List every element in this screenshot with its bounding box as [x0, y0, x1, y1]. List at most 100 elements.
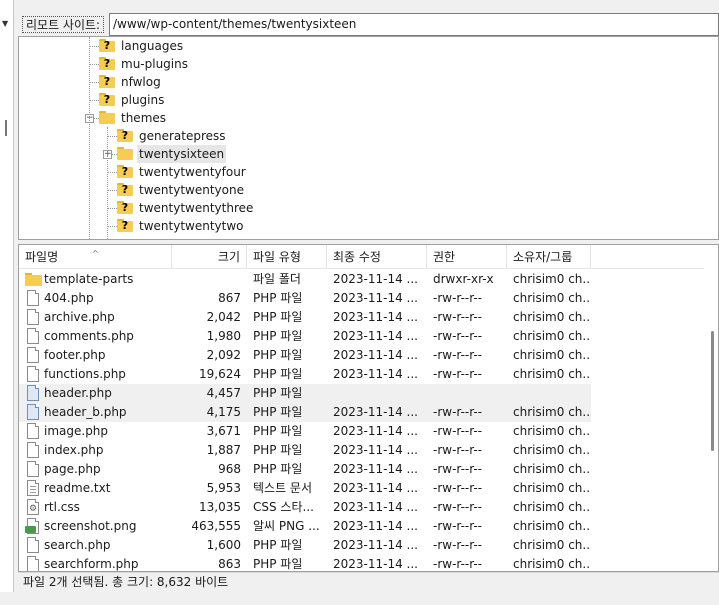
tree-item[interactable]: twentysixteen — [117, 145, 417, 163]
tree-item-label: themes — [121, 111, 167, 125]
remote-file-list[interactable]: ^ 파일명 크기 파일 유형 최종 수정 권한 소유자/그룹 template-… — [18, 244, 719, 572]
file-icon — [25, 309, 41, 326]
file-permissions: -rw-r--r-- — [433, 310, 483, 324]
file-name: searchform.php — [44, 557, 139, 571]
tree-item-label: twentytwentytwo — [139, 219, 244, 233]
file-name: functions.php — [44, 367, 126, 381]
file-row[interactable]: readme.txt 5,953 텍스트 문서 2023-11-14 ... -rw-r… — [19, 479, 591, 498]
file-type: PHP 파일 — [253, 291, 303, 305]
tree-item-label: mu-plugins — [121, 57, 188, 71]
file-modified: 2023-11-14 ... — [333, 538, 418, 552]
unknown-folder-icon: ? — [99, 75, 115, 88]
file-permissions: -rw-r--r-- — [433, 405, 483, 419]
file-row[interactable]: search.php 1,600 PHP 파일 2023-11-14 ... -rw-r… — [19, 536, 591, 555]
unknown-folder-icon: ? — [99, 39, 115, 52]
remote-path-input[interactable]: /www/wp-content/themes/twentysixteen — [109, 13, 719, 36]
remote-site-bar: 리모트 사이트: /www/wp-content/themes/twentysi… — [18, 13, 719, 36]
file-row[interactable]: header.php 4,457 PHP 파일 — [19, 384, 591, 403]
file-size: 968 — [218, 462, 241, 476]
file-modified: 2023-11-14 ... — [333, 367, 418, 381]
file-owner: chrisim0 ch... — [513, 424, 591, 438]
tree-item[interactable]: ? mu-plugins — [99, 55, 399, 73]
file-owner: chrisim0 ch... — [513, 519, 591, 533]
file-row[interactable]: functions.php 19,624 PHP 파일 2023-11-14 ... -… — [19, 365, 591, 384]
file-type: 텍스트 문서 — [253, 481, 313, 495]
local-scrollbar-thumb[interactable] — [5, 120, 7, 136]
column-header-type[interactable]: 파일 유형 — [247, 245, 327, 269]
file-row[interactable]: comments.php 1,980 PHP 파일 2023-11-14 ... -rw… — [19, 327, 591, 346]
file-icon — [25, 556, 41, 571]
tree-item[interactable]: ? plugins — [99, 91, 399, 109]
file-row[interactable]: footer.php 2,092 PHP 파일 2023-11-14 ... -rw-r… — [19, 346, 591, 365]
file-name: image.php — [44, 424, 109, 438]
file-owner: chrisim0 ch... — [513, 500, 591, 514]
file-size: 2,092 — [206, 348, 241, 362]
file-type: PHP 파일 — [253, 329, 303, 343]
file-row[interactable]: searchform.php 863 PHP 파일 2023-11-14 ... -rw… — [19, 555, 591, 571]
tree-item[interactable]: ? twentytwentyfour — [117, 163, 417, 181]
image-file-icon — [25, 518, 41, 535]
local-path-dropdown-icon[interactable]: ▼ — [2, 19, 8, 28]
file-row[interactable]: 404.php 867 PHP 파일 2023-11-14 ... -rw-r--r--… — [19, 289, 591, 308]
file-icon — [25, 328, 41, 345]
remote-directory-tree[interactable]: ? languages? mu-plugins? nfwlog? plugins them… — [18, 36, 719, 240]
tree-item[interactable]: ? twentytwentytwo — [117, 217, 417, 235]
file-type: PHP 파일 — [253, 348, 303, 362]
file-row[interactable]: ⚙ rtl.css 13,035 CSS 스타... 2023-11-14 ... -rw… — [19, 498, 591, 517]
file-row[interactable]: template-parts 파일 폴더 2023-11-14 ... drwxr-x… — [19, 270, 591, 289]
unknown-folder-icon: ? — [99, 93, 115, 106]
column-header-permissions[interactable]: 권한 — [427, 245, 507, 269]
file-owner: chrisim0 ch... — [513, 557, 591, 571]
column-header-owner[interactable]: 소유자/그룹 — [507, 245, 591, 269]
text-file-icon — [25, 480, 41, 497]
file-row[interactable]: page.php 968 PHP 파일 2023-11-14 ... -rw-r--r-… — [19, 460, 591, 479]
tree-item[interactable]: themes — [99, 109, 399, 127]
column-header-name[interactable]: ^ 파일명 — [19, 245, 172, 269]
file-list-header: ^ 파일명 크기 파일 유형 최종 수정 권한 소유자/그룹 — [19, 245, 718, 269]
file-name: page.php — [44, 462, 101, 476]
tree-item-label: twentytwentyone — [139, 183, 244, 197]
file-type: PHP 파일 — [253, 538, 303, 552]
tree-connector — [107, 190, 117, 191]
file-row[interactable]: index.php 1,887 PHP 파일 2023-11-14 ... -rw-r-… — [19, 441, 591, 460]
tree-item[interactable]: ? languages — [99, 37, 399, 55]
file-modified: 2023-11-14 ... — [333, 424, 418, 438]
tree-connector — [89, 82, 99, 83]
file-permissions: -rw-r--r-- — [433, 367, 483, 381]
file-type: PHP 파일 — [253, 462, 303, 476]
file-owner — [513, 384, 591, 403]
file-name: header_b.php — [44, 405, 127, 419]
file-name: footer.php — [44, 348, 106, 362]
tree-connector — [107, 136, 117, 137]
column-header-modified[interactable]: 최종 수정 — [327, 245, 427, 269]
file-modified: 2023-11-14 ... — [333, 500, 418, 514]
file-permissions: -rw-r--r-- — [433, 348, 483, 362]
file-name: archive.php — [44, 310, 115, 324]
tree-connector — [107, 172, 117, 173]
file-size: 3,671 — [206, 424, 241, 438]
file-size: 2,042 — [206, 310, 241, 324]
file-owner: chrisim0 ch... — [513, 291, 591, 305]
file-owner: chrisim0 ch... — [513, 329, 591, 343]
file-list-scrollbar-thumb[interactable] — [711, 331, 714, 451]
file-size: 19,624 — [199, 367, 241, 381]
file-row[interactable]: archive.php 2,042 PHP 파일 2023-11-14 ... -rw-… — [19, 308, 591, 327]
unknown-folder-icon: ? — [117, 165, 133, 178]
file-modified: 2023-11-14 ... — [333, 443, 418, 457]
tree-item-label: plugins — [121, 93, 165, 107]
file-icon — [25, 385, 41, 402]
column-header-size[interactable]: 크기 — [172, 245, 247, 269]
file-owner: chrisim0 ch... — [513, 481, 591, 495]
tree-connector — [89, 100, 99, 101]
file-type: PHP 파일 — [253, 557, 303, 571]
file-name: 404.php — [44, 291, 94, 305]
tree-item[interactable]: ? generatepress — [117, 127, 417, 145]
file-name: readme.txt — [44, 481, 111, 495]
tree-item[interactable]: ? nfwlog — [99, 73, 399, 91]
file-row[interactable]: screenshot.png 463,555 알씨 PNG ... 2023-11-1… — [19, 517, 591, 536]
tree-item[interactable]: ? twentytwentyone — [117, 181, 417, 199]
file-list-scrollbar[interactable] — [704, 245, 718, 571]
tree-item[interactable]: ? twentytwentythree — [117, 199, 417, 217]
file-row[interactable]: header_b.php 4,175 PHP 파일 2023-11-14 ... -rw… — [19, 403, 591, 422]
file-row[interactable]: image.php 3,671 PHP 파일 2023-11-14 ... -rw-r-… — [19, 422, 591, 441]
